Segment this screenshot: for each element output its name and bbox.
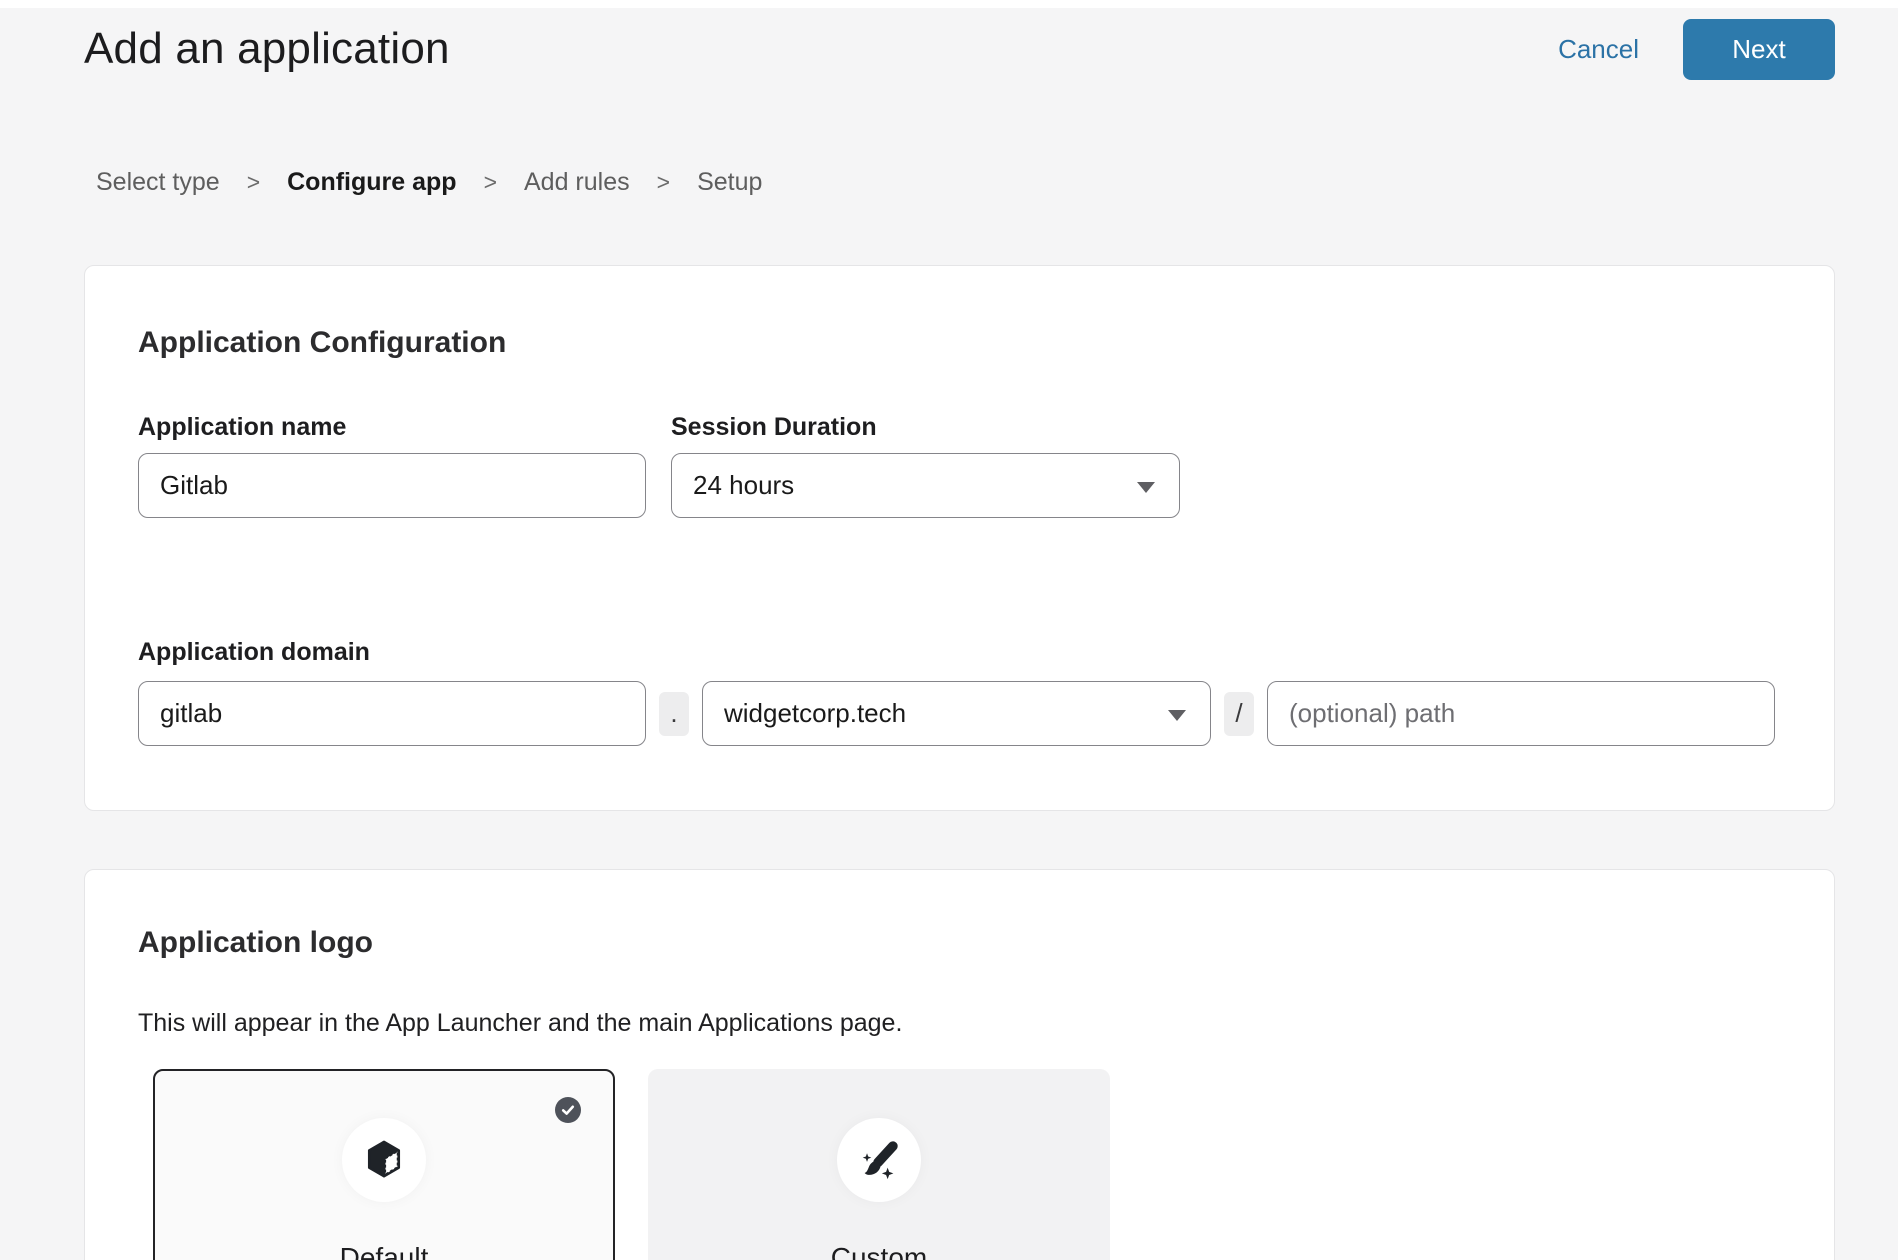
cube-icon — [361, 1137, 407, 1183]
breadcrumb-separator: > — [484, 169, 497, 196]
application-domain-label: Application domain — [138, 637, 1781, 667]
application-logo-heading: Application logo — [138, 870, 1781, 960]
application-domain-row: . widgetcorp.tech / — [138, 681, 1781, 746]
breadcrumb-step-select-type[interactable]: Select type — [96, 168, 220, 197]
breadcrumb-step-add-rules[interactable]: Add rules — [524, 168, 630, 197]
logo-option-default[interactable]: Default — [153, 1069, 615, 1260]
breadcrumb-separator: > — [657, 169, 670, 196]
application-name-label: Application name — [138, 412, 646, 442]
breadcrumb-step-configure-app[interactable]: Configure app — [287, 168, 456, 197]
logo-option-custom-label: Custom — [831, 1242, 927, 1260]
session-duration-field-group: Session Duration 24 hours — [671, 412, 1180, 518]
chevron-down-icon — [1137, 482, 1155, 493]
top-strip — [0, 0, 1898, 8]
header-actions: Cancel Next — [1558, 19, 1835, 80]
breadcrumb-separator: > — [247, 169, 260, 196]
session-duration-label: Session Duration — [671, 412, 1180, 442]
domain-select[interactable]: widgetcorp.tech — [702, 681, 1211, 746]
path-input[interactable] — [1267, 681, 1775, 746]
name-duration-row: Application name Session Duration 24 hou… — [138, 412, 1781, 518]
cancel-button[interactable]: Cancel — [1558, 34, 1639, 65]
application-logo-card: Application logo This will appear in the… — [84, 869, 1835, 1260]
breadcrumb-step-setup[interactable]: Setup — [697, 168, 762, 197]
logo-option-custom[interactable]: Custom — [648, 1069, 1110, 1260]
slash-separator: / — [1224, 692, 1254, 736]
paintbrush-icon — [856, 1137, 902, 1183]
selected-check-badge — [555, 1097, 581, 1123]
application-logo-description: This will appear in the App Launcher and… — [138, 1008, 1781, 1038]
logo-option-default-label: Default — [340, 1242, 429, 1260]
check-icon — [560, 1102, 576, 1118]
dot-separator: . — [659, 692, 689, 736]
session-duration-select[interactable]: 24 hours — [671, 453, 1180, 518]
application-name-input[interactable] — [138, 453, 646, 518]
page-title: Add an application — [84, 24, 450, 74]
application-name-field-group: Application name — [138, 412, 646, 518]
session-duration-value: 24 hours — [693, 470, 794, 501]
default-logo-circle — [342, 1118, 426, 1202]
chevron-down-icon — [1168, 710, 1186, 721]
subdomain-input[interactable] — [138, 681, 646, 746]
logo-option-tiles: Default Custom — [153, 1069, 1781, 1260]
application-configuration-card: Application Configuration Application na… — [84, 265, 1835, 811]
custom-logo-circle — [837, 1118, 921, 1202]
page-header: Add an application Cancel Next — [0, 8, 1898, 80]
next-button[interactable]: Next — [1683, 19, 1835, 80]
breadcrumb: Select type > Configure app > Add rules … — [96, 168, 1898, 197]
domain-select-value: widgetcorp.tech — [724, 698, 906, 729]
application-configuration-heading: Application Configuration — [138, 266, 1781, 360]
